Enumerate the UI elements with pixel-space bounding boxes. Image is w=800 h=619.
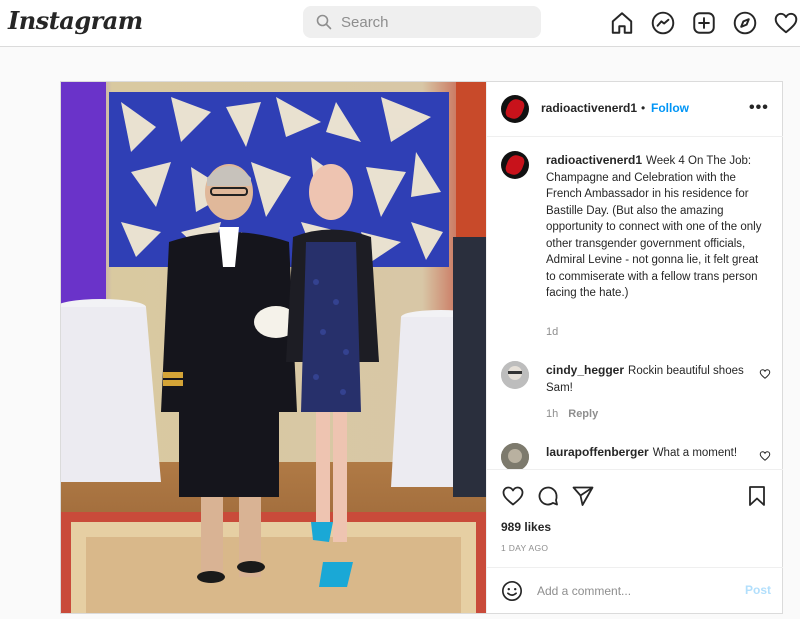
caption-username[interactable]: radioactivenerd1 <box>546 153 642 167</box>
comment-text: What a moment! <box>652 447 738 459</box>
save-bookmark-icon[interactable] <box>745 484 769 508</box>
search-input[interactable] <box>341 12 531 32</box>
comment-like-heart-icon[interactable] <box>759 368 771 380</box>
comment-bubble-icon[interactable] <box>536 484 560 508</box>
reply-button[interactable]: Reply <box>568 408 598 420</box>
post-card: radioactivenerd1 • Follow ••• radioactiv… <box>60 81 783 614</box>
explore-icon[interactable] <box>732 10 758 36</box>
comment: laurapoffenberger What a moment! <box>546 444 756 462</box>
separator-dot: • <box>641 101 646 115</box>
emoji-icon[interactable] <box>501 580 523 602</box>
share-send-icon[interactable] <box>571 484 595 508</box>
post-comment-button[interactable]: Post <box>745 583 771 597</box>
follow-button[interactable]: Follow <box>651 101 689 115</box>
like-heart-icon[interactable] <box>501 484 525 508</box>
search-box[interactable] <box>303 6 541 38</box>
search-icon <box>316 14 332 30</box>
caption-text: Week 4 On The Job: Champagne and Celebra… <box>546 155 762 299</box>
post-actions: 989 likes 1 DAY AGO Post <box>487 469 783 613</box>
comment-username[interactable]: cindy_hegger <box>546 363 624 377</box>
add-comment-bar: Post <box>487 567 783 613</box>
comment-avatar[interactable] <box>501 443 529 469</box>
nav-icons <box>609 10 800 36</box>
photo-illustration <box>61 82 486 613</box>
post-header: radioactivenerd1 • Follow ••• <box>487 82 783 137</box>
comment: cindy_hegger Rockin beautiful shoes Sam! <box>546 362 746 396</box>
messenger-icon[interactable] <box>650 10 676 36</box>
comment-meta: 1h Reply <box>546 408 598 420</box>
activity-heart-icon[interactable] <box>773 10 799 36</box>
instagram-logo[interactable]: Instagram <box>8 6 143 35</box>
caption-age-text: 1d <box>546 326 559 338</box>
commenter-photo <box>501 361 529 389</box>
new-post-icon[interactable] <box>691 10 717 36</box>
author-username[interactable]: radioactivenerd1 <box>541 101 637 115</box>
caption: radioactivenerd1 Week 4 On The Job: Champ… <box>546 152 768 302</box>
comment-age: 1h <box>546 408 559 420</box>
comment-avatar[interactable] <box>501 361 529 389</box>
post-side-panel: radioactivenerd1 • Follow ••• radioactiv… <box>486 82 783 613</box>
top-navigation-bar: Instagram <box>0 0 800 47</box>
add-comment-input[interactable] <box>537 582 727 600</box>
commenter-photo <box>501 443 529 469</box>
comment-like-heart-icon[interactable] <box>759 450 771 462</box>
author-avatar[interactable] <box>501 95 529 123</box>
caption-avatar[interactable] <box>501 151 529 179</box>
post-photo[interactable] <box>61 82 486 613</box>
home-icon[interactable] <box>609 10 635 36</box>
likes-count[interactable]: 989 likes <box>501 520 551 534</box>
comment-username[interactable]: laurapoffenberger <box>546 445 649 459</box>
more-options-icon[interactable]: ••• <box>749 99 769 117</box>
comments-section: radioactivenerd1 Week 4 On The Job: Champ… <box>487 137 783 469</box>
caption-age: 1d <box>546 326 558 338</box>
post-date: 1 DAY AGO <box>501 543 549 553</box>
